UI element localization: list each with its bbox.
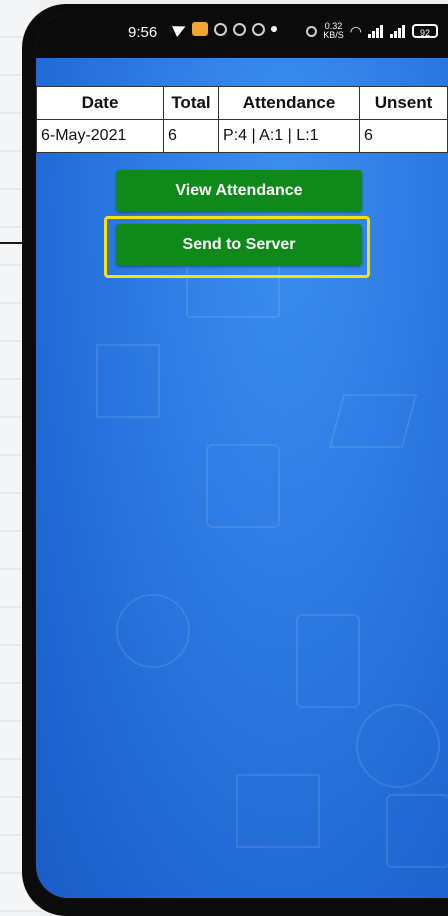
col-header-date: Date: [36, 86, 164, 120]
telegram-icon: [172, 21, 188, 37]
highlight-box: [104, 216, 370, 278]
wifi-icon: ◠: [349, 22, 362, 39]
col-header-attendance: Attendance: [218, 86, 360, 120]
app-screen: 9:56 0.32 KB/S ◠ 92 Date Total Attendanc…: [36, 14, 448, 898]
system-icons: 0.32 KB/S ◠ 92: [306, 22, 438, 40]
status-bar: 9:56 0.32 KB/S ◠ 92: [36, 14, 448, 58]
view-attendance-button[interactable]: View Attendance: [116, 170, 362, 212]
signal-icon-2: [390, 24, 406, 38]
notification-icons: [172, 21, 277, 37]
network-speed-unit: KB/S: [323, 30, 344, 40]
stack-doodle: [236, 774, 320, 848]
record-icon: [252, 22, 265, 36]
col-header-unsent: Unsent: [359, 86, 448, 120]
cell-unsent: 6: [359, 119, 448, 153]
table-header-row: Date Total Attendance Unsent: [36, 86, 448, 120]
chart-doodle: [96, 344, 160, 418]
calendar-doodle-2: [386, 794, 448, 868]
books-doodle: [328, 394, 418, 448]
col-header-total: Total: [163, 86, 219, 120]
battery-icon: 92: [412, 24, 438, 38]
app-notification-icon: [192, 22, 208, 36]
table-row[interactable]: 6-May-2021 6 P:4 | A:1 | L:1 6: [36, 119, 448, 153]
calendar-doodle: [206, 444, 280, 528]
calculator-doodle: [296, 614, 360, 708]
attendance-table: Date Total Attendance Unsent 6-May-2021 …: [36, 86, 448, 153]
cell-attendance: P:4 | A:1 | L:1: [218, 119, 360, 153]
ball-doodle: [356, 704, 440, 788]
status-time: 9:56: [128, 24, 158, 41]
signal-icon: [368, 24, 384, 38]
clock-doodle: [116, 594, 190, 668]
network-speed: 0.32 KB/S: [323, 22, 344, 40]
cell-total: 6: [163, 119, 219, 153]
location-icon: [306, 25, 318, 37]
sync-icon: [233, 22, 246, 36]
cell-date: 6-May-2021: [36, 119, 164, 153]
notification-icon: [214, 22, 227, 36]
dot-icon: [271, 26, 277, 32]
